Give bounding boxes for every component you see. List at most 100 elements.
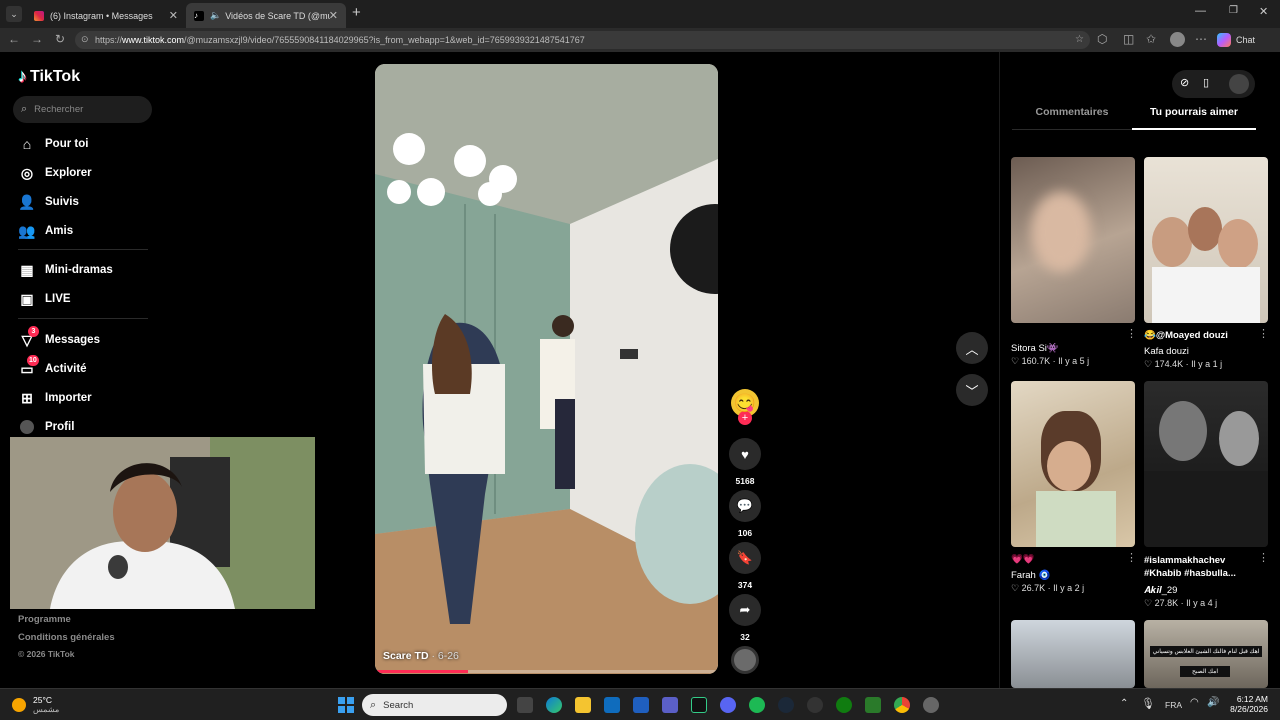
favorites-icon[interactable]: ✩ bbox=[1146, 32, 1156, 46]
video-author-info[interactable]: Scare TD · 6-26 bbox=[383, 650, 459, 662]
tiktok-logo[interactable]: ♪ TikTok bbox=[18, 66, 80, 87]
site-info-icon[interactable]: ⊙ bbox=[81, 34, 89, 45]
next-video-button[interactable]: ﹀ bbox=[956, 374, 988, 406]
card-author[interactable]: 𝑨𝒌𝒊𝒍_29 bbox=[1144, 585, 1177, 596]
card-caption[interactable]: #islammakhachev #Khabib #hasbulla... bbox=[1144, 554, 1254, 580]
comment-button[interactable]: 💬 106 bbox=[729, 490, 761, 538]
more-options-icon[interactable]: ⋮ bbox=[1126, 551, 1137, 564]
video-player[interactable]: Scare TD · 6-26 bbox=[375, 64, 718, 674]
sidebar-item-mini-dramas[interactable]: ▦ Mini-dramas bbox=[18, 261, 112, 279]
wifi-icon[interactable]: ◠ bbox=[1190, 697, 1199, 708]
clock[interactable]: 6:12 AM 8/26/2026 bbox=[1228, 694, 1268, 714]
sidebar-item-label: Importer bbox=[45, 392, 92, 404]
live-tv-icon: ▣ bbox=[20, 290, 34, 307]
maximize-button[interactable]: ❐ bbox=[1229, 5, 1238, 16]
teams-icon[interactable] bbox=[662, 697, 678, 713]
phone-icon[interactable]: ▯ bbox=[1203, 76, 1209, 89]
sidebar-item-suivis[interactable]: 👤 Suivis bbox=[18, 193, 79, 211]
suggested-video-thumbnail[interactable]: اهك قبل لنام فالنك الشيئ العلابس وتسياني… bbox=[1144, 620, 1268, 688]
steam-icon[interactable] bbox=[778, 697, 794, 713]
sidebar-divider bbox=[18, 249, 148, 250]
refresh-icon[interactable]: ↻ bbox=[55, 32, 65, 46]
spotify-icon[interactable] bbox=[749, 697, 765, 713]
tab-tiktok[interactable]: ♪ 🔈 Vidéos de Scare TD (@muzam ✕ bbox=[186, 3, 346, 28]
xbox-icon[interactable] bbox=[836, 697, 852, 713]
video-progress-track[interactable] bbox=[375, 670, 718, 673]
sidebar-item-label: Suivis bbox=[45, 196, 79, 208]
footer-program-link[interactable]: Programme bbox=[18, 614, 71, 625]
sidebar-item-profil[interactable]: Profil bbox=[18, 418, 74, 436]
terminal-icon[interactable] bbox=[691, 697, 707, 713]
copilot-chat-button[interactable]: Chat bbox=[1217, 32, 1255, 48]
volume-icon[interactable]: 🔊 bbox=[1207, 697, 1219, 708]
card-author[interactable]: Kafa douzi bbox=[1144, 346, 1189, 357]
discord-icon[interactable] bbox=[720, 697, 736, 713]
sidebar-item-activite[interactable]: ▭ 10 Activité bbox=[18, 355, 87, 378]
speaker-icon[interactable]: 🔈 bbox=[210, 10, 221, 21]
store-icon[interactable] bbox=[633, 697, 649, 713]
favorite-star-icon[interactable]: ☆ bbox=[1075, 34, 1084, 45]
footer-terms-link[interactable]: Conditions générales bbox=[18, 632, 115, 643]
language-indicator[interactable]: FRA bbox=[1165, 700, 1182, 710]
sidebar-item-pour-toi[interactable]: ⌂ Pour toi bbox=[18, 135, 89, 153]
share-button[interactable]: ➦ 32 bbox=[729, 594, 761, 642]
sound-disc-button[interactable] bbox=[729, 646, 761, 674]
creator-avatar-button[interactable]: 😋 + bbox=[729, 389, 761, 425]
media-player-icon[interactable] bbox=[865, 697, 881, 713]
video-author: Scare TD bbox=[383, 650, 429, 662]
split-screen-icon[interactable]: ◫ bbox=[1123, 32, 1134, 46]
suggested-video-thumbnail[interactable] bbox=[1011, 381, 1135, 547]
more-options-icon[interactable]: ⋮ bbox=[1258, 551, 1269, 564]
close-window-button[interactable]: ✕ bbox=[1259, 5, 1268, 18]
save-button[interactable]: 🔖 374 bbox=[729, 542, 761, 590]
tab-instagram[interactable]: (6) Instagram • Messages ✕ bbox=[26, 3, 186, 28]
close-tab-icon[interactable]: ✕ bbox=[329, 9, 338, 22]
task-view-icon[interactable] bbox=[517, 697, 533, 713]
sidebar-item-amis[interactable]: 👥 Amis bbox=[18, 222, 73, 240]
url-field[interactable]: ⊙ https:// www.tiktok.com /@muzamsxzjl9/… bbox=[75, 31, 1090, 49]
new-tab-button[interactable]: + bbox=[352, 4, 361, 21]
tab-tu-pourrais-aimer[interactable]: Tu pourrais aimer bbox=[1132, 106, 1256, 130]
microphone-icon[interactable]: 🎙 bbox=[1141, 697, 1155, 710]
weather-desc: مشمس bbox=[33, 705, 60, 714]
tab-list-chevron-icon[interactable]: ⌄ bbox=[6, 6, 22, 22]
close-tab-icon[interactable]: ✕ bbox=[169, 9, 178, 22]
chrome-icon[interactable] bbox=[894, 697, 910, 713]
taskbar-search-input[interactable]: ⌕ Search bbox=[362, 694, 507, 716]
previous-video-button[interactable]: ︿ bbox=[956, 332, 988, 364]
weather-widget[interactable]: 25°C مشمس bbox=[12, 695, 59, 714]
card-caption[interactable]: 💗💗 bbox=[1011, 554, 1035, 565]
sidebar-item-importer[interactable]: ⊞ Importer bbox=[18, 389, 92, 407]
card-author[interactable]: Farah 🧿 bbox=[1011, 570, 1050, 581]
like-button[interactable]: ♥ 5168 bbox=[729, 438, 761, 486]
user-avatar[interactable] bbox=[1229, 74, 1249, 94]
suggested-video-thumbnail[interactable] bbox=[1011, 157, 1135, 323]
suggested-video-thumbnail[interactable] bbox=[1011, 620, 1135, 688]
start-button[interactable] bbox=[338, 697, 354, 713]
chevron-up-icon[interactable]: ⌃ bbox=[1120, 698, 1128, 709]
edge-icon[interactable] bbox=[546, 697, 562, 713]
back-icon[interactable]: ← bbox=[8, 32, 20, 46]
coins-icon[interactable]: ⊘ bbox=[1180, 76, 1189, 89]
suggested-video-thumbnail[interactable] bbox=[1144, 381, 1268, 547]
minimize-button[interactable]: — bbox=[1195, 5, 1206, 17]
more-options-icon[interactable]: ⋮ bbox=[1258, 327, 1269, 340]
tab-commentaires[interactable]: Commentaires bbox=[1012, 106, 1132, 130]
extensions-icon[interactable]: ⬡ bbox=[1097, 32, 1107, 46]
card-caption[interactable]: 😂@Moayed douzi bbox=[1144, 330, 1228, 341]
more-options-icon[interactable]: ⋮ bbox=[1126, 327, 1137, 340]
sidebar-item-live[interactable]: ▣ LIVE bbox=[18, 290, 70, 308]
profile-avatar[interactable] bbox=[1170, 32, 1185, 47]
outlook-icon[interactable] bbox=[604, 697, 620, 713]
search-input[interactable]: ⌕ Rechercher bbox=[13, 96, 152, 123]
file-explorer-icon[interactable] bbox=[575, 697, 591, 713]
settings-gear-icon[interactable] bbox=[923, 697, 939, 713]
card-likes: 174.4K bbox=[1154, 359, 1184, 369]
card-author[interactable]: Sitora Si👾 bbox=[1011, 343, 1059, 354]
more-options-icon[interactable]: ⋯ bbox=[1195, 32, 1207, 46]
sidebar-item-explorer[interactable]: ◎ Explorer bbox=[18, 164, 92, 182]
obs-icon[interactable] bbox=[807, 697, 823, 713]
sidebar-item-messages[interactable]: ▽ 3 Messages bbox=[18, 326, 100, 349]
suggested-video-thumbnail[interactable] bbox=[1144, 157, 1268, 323]
forward-icon[interactable]: → bbox=[31, 32, 43, 46]
